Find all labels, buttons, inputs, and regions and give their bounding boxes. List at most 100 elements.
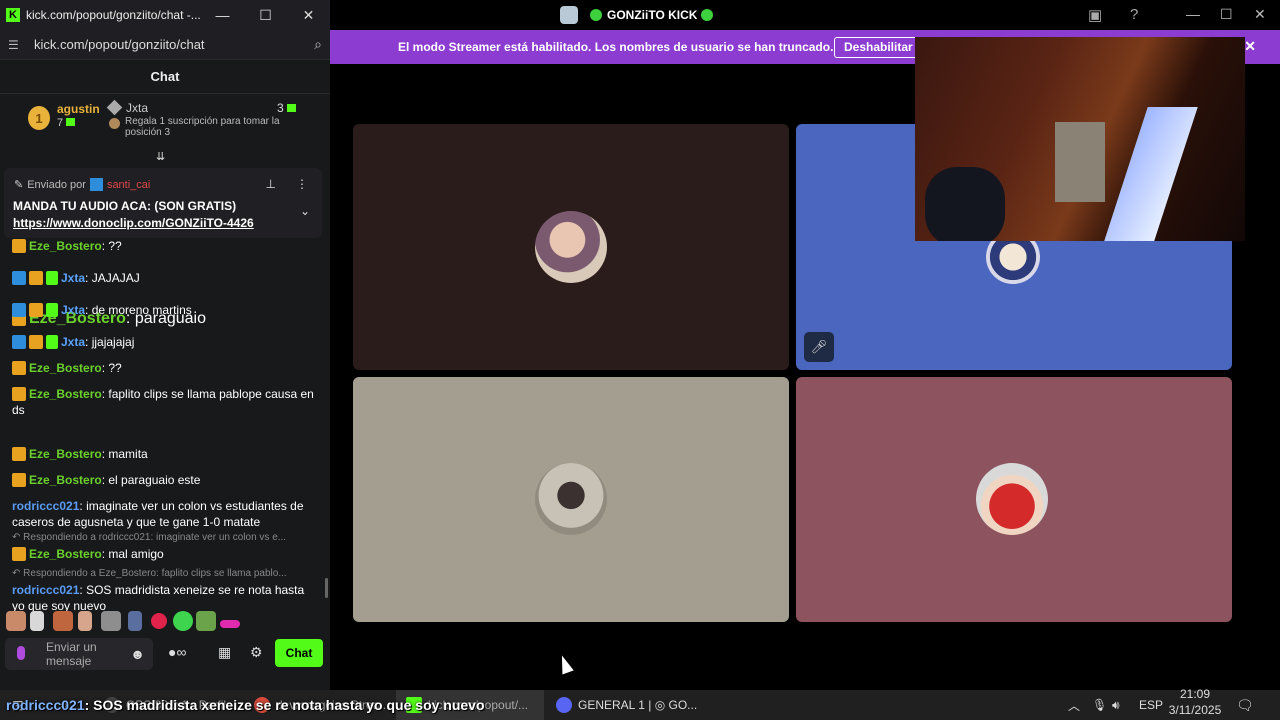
mod-badge-icon [89,178,103,191]
discord-window: GONZiiTO KICK ▣ ? — ☐ ✕ El modo Streamer… [330,0,1280,690]
chat-username[interactable]: Eze_Bostero [29,547,102,561]
chevron-down-icon[interactable]: ⌄ [300,204,310,218]
mic-tray-icon[interactable]: 🎙︎ [1092,690,1107,720]
help-icon[interactable]: ? [1130,6,1138,23]
call-tile[interactable] [796,377,1232,622]
emoji-icon[interactable]: ☻ [130,646,145,662]
crown-badge-icon [29,303,43,317]
chat-username[interactable]: Eze_Bostero [29,447,102,461]
avatar [535,211,607,283]
store-icon[interactable]: ▦ [218,644,231,661]
send-chat-button[interactable]: Chat [275,639,323,667]
live-dot-icon [701,9,713,21]
chat-username[interactable]: Jxta [61,271,85,285]
chat-username[interactable]: rodriccc021 [12,583,79,597]
kicks-icon[interactable]: ●∞ [168,644,186,660]
blue-badge-icon [12,303,26,317]
chat-text: jjajajajaj [91,335,135,349]
pinned-link[interactable]: https://www.donoclip.com/GONZiiTO-4426 [13,216,254,230]
chat-message: Jxta: jjajajajaj [0,334,328,350]
gift-leaderboard: 1 agustin 7 Jxta 3 Regala 1 suscripción … [0,94,330,150]
muted-mic-icon: 🎤︎ [804,332,834,362]
emote-icon[interactable] [6,611,26,631]
chat-username[interactable]: rodriccc021 [12,499,79,513]
close-button[interactable]: ✕ [287,7,330,24]
url-bar[interactable]: ☰ kick.com/popout/gonziito/chat ⌕ [0,30,330,60]
gift-icon [66,118,76,126]
settings-gear-icon[interactable]: ⚙ [250,644,263,661]
pinned-text: MANDA TU AUDIO ACA: (SON GRATIS) [13,199,237,213]
chat-text: ?? [108,239,122,253]
chat-text: JAJAJAJ [91,271,140,285]
chat-window-title: kick.com/popout/gonziito/chat -... [26,8,201,22]
crown-badge-icon [29,335,43,349]
unpin-icon[interactable]: ⊥ [266,177,276,191]
emote-icon[interactable] [220,620,240,628]
zoom-icon[interactable]: ⌕ [314,36,322,53]
disable-streamer-mode-button[interactable]: Deshabilitar [834,37,923,58]
emote-icon[interactable] [30,611,44,631]
minimize-button[interactable]: — [1186,6,1200,22]
chat-text: mamita [108,447,148,461]
chat-message: Eze_Bostero: ?? [0,238,328,254]
emote-icon[interactable] [196,611,216,631]
emote-icon[interactable] [53,611,73,631]
site-settings-icon[interactable]: ☰ [8,38,24,52]
emote-icon[interactable] [128,611,142,631]
emote-icon[interactable] [151,613,167,629]
maximize-button[interactable]: ☐ [244,7,287,24]
chat-message: Eze_Bostero: el paraguaio este [0,472,328,488]
tray-chevron-icon[interactable]: ︿ [1068,690,1080,720]
chat-username[interactable]: Jxta [61,303,85,317]
emote-icon[interactable] [78,611,92,631]
chat-username[interactable]: Jxta [61,335,85,349]
blue-badge-icon [12,271,26,285]
message-input[interactable]: Enviar un mensaje ☻ [5,638,153,670]
green-badge-icon [46,303,58,317]
emote-icon[interactable] [101,611,121,631]
chat-username[interactable]: Eze_Bostero [29,387,102,401]
crown-badge-icon [12,239,26,253]
leader-name-1[interactable]: agustin [57,102,100,116]
chat-username[interactable]: Eze_Bostero [29,239,102,253]
emote-icon[interactable] [173,611,193,631]
crown-badge-icon [12,547,26,561]
chat-messages: Eze_Bostero: ?? Jxta: JAJAJAJ Jxta: de mor… [0,238,328,614]
user-icon [106,99,123,116]
scroll-down-icon[interactable]: ⇊ [156,150,165,163]
pinned-sender[interactable]: santi_cai [107,179,150,191]
leader-name-2[interactable]: Jxta [126,101,148,115]
url-text[interactable]: kick.com/popout/gonziito/chat [34,37,205,52]
chat-username[interactable]: Eze_Bostero [29,473,102,487]
gift-sub-text[interactable]: Regala 1 suscripción para tomar la posic… [125,116,300,138]
language-indicator[interactable]: ESP [1139,690,1163,720]
maximize-button[interactable]: ☐ [1220,6,1233,23]
call-tile[interactable] [353,124,789,370]
chat-titlebar: K kick.com/popout/gonziito/chat -... — ☐… [0,0,330,30]
leader-count-2: 3 [277,101,296,115]
chat-username[interactable]: Eze_Bostero [29,361,102,375]
pinned-by-label: Enviado por [27,178,86,191]
clock[interactable]: 21:09 3/11/2025 [1165,686,1225,718]
crown-badge-icon [29,271,43,285]
minimize-button[interactable]: — [201,7,244,24]
leader-count-1: 7 [57,117,76,129]
inbox-icon[interactable]: ▣ [1088,6,1102,24]
call-tile[interactable] [353,377,789,622]
reply-reference[interactable]: ↶ Respondiendo a Eze_Bostero: faplito cl… [0,566,328,582]
chat-message: Eze_Bostero: mamita [0,446,328,462]
volume-icon[interactable]: 🔊︎ [1112,690,1120,720]
chat-message: rodriccc021: imaginate ver un colon vs e… [12,499,304,529]
rank-medal-icon: 1 [28,106,50,130]
kick-logo-icon: K [6,8,20,22]
more-options-icon[interactable]: ⋮ [296,177,308,191]
taskbar-item-discord[interactable]: GENERAL 1 | ◎ GO... [556,690,697,720]
notifications-icon[interactable]: 🗨︎ [1236,690,1254,720]
close-button[interactable]: ✕ [1254,6,1266,23]
reply-reference[interactable]: ↶ Respondiendo a rodriccc021: imaginate … [0,530,328,546]
chat-scrollbar[interactable] [325,578,328,598]
gift-icon [286,104,296,112]
chat-message: Eze_Bostero: ?? [0,360,328,376]
banner-close-icon[interactable]: ✕ [1244,38,1256,55]
mic-icon[interactable] [17,646,25,660]
